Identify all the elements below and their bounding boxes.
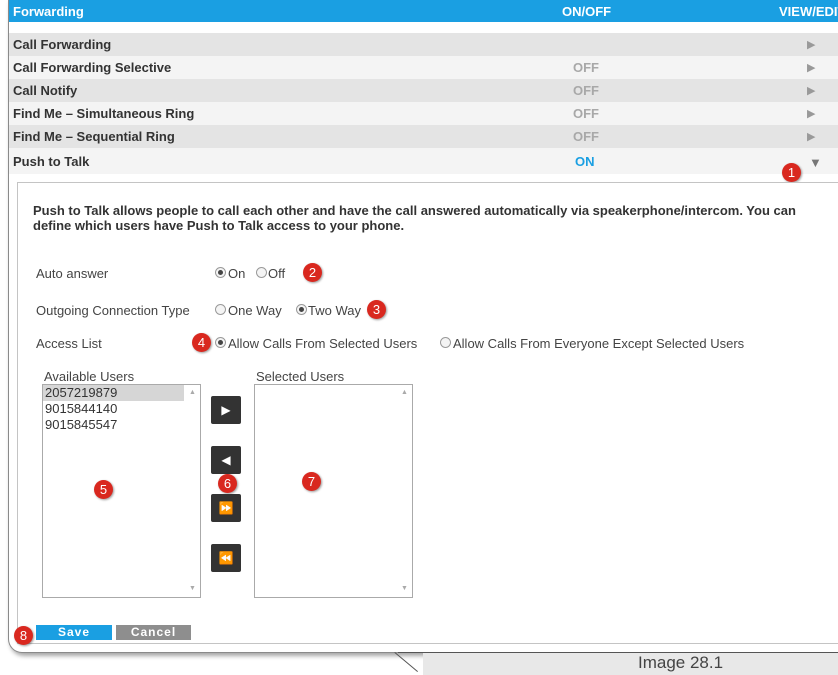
- add-all-users-button[interactable]: ⏩: [211, 494, 241, 522]
- collapse-arrow-icon[interactable]: ▼: [809, 155, 822, 170]
- callout-badge: 5: [94, 480, 113, 499]
- list-item[interactable]: 9015844140: [43, 401, 200, 417]
- allow-everyone-except-radio[interactable]: [440, 337, 451, 348]
- auto-answer-off-label[interactable]: Off: [268, 266, 285, 281]
- auto-answer-on-radio[interactable]: [215, 267, 226, 278]
- selected-users-label: Selected Users: [256, 369, 345, 384]
- row-push-to-talk[interactable]: Push to Talk ON ▼: [9, 148, 838, 174]
- auto-answer-on-label[interactable]: On: [228, 266, 245, 281]
- cancel-button[interactable]: Cancel: [116, 625, 191, 640]
- selected-users-listbox[interactable]: ▲ ▼: [254, 384, 413, 598]
- callout-badge: 3: [367, 300, 386, 319]
- row-label: Find Me – Sequential Ring: [13, 129, 175, 144]
- scroll-down-icon[interactable]: ▼: [401, 585, 408, 592]
- caption-text: Image 28.1: [638, 653, 724, 672]
- callout-badge: 2: [303, 263, 322, 282]
- list-item[interactable]: 2057219879: [43, 385, 184, 401]
- list-item[interactable]: 9015845547: [43, 417, 200, 433]
- row-label: Find Me – Simultaneous Ring: [13, 106, 195, 121]
- available-users-listbox[interactable]: 2057219879 9015844140 9015845547 ▲ ▼: [42, 384, 201, 598]
- add-user-button[interactable]: ▶: [211, 396, 241, 424]
- allow-selected-radio[interactable]: [215, 337, 226, 348]
- header-viewedit: VIEW/EDIT: [779, 4, 838, 19]
- available-users-label: Available Users: [44, 369, 135, 384]
- row-status: ON: [575, 154, 595, 169]
- expand-arrow-icon[interactable]: ▶: [807, 107, 815, 120]
- one-way-radio[interactable]: [215, 304, 226, 315]
- row-find-me-sequential[interactable]: Find Me – Sequential Ring OFF ▶: [9, 125, 838, 148]
- header-title: Forwarding: [13, 4, 84, 19]
- expand-arrow-icon[interactable]: ▶: [807, 84, 815, 97]
- row-status: OFF: [573, 129, 599, 144]
- callout-badge: 6: [218, 474, 237, 493]
- one-way-label[interactable]: One Way: [228, 303, 282, 318]
- two-way-label[interactable]: Two Way: [308, 303, 361, 318]
- row-label: Push to Talk: [13, 154, 90, 169]
- table-header: Forwarding ON/OFF VIEW/EDIT: [9, 0, 838, 22]
- save-button[interactable]: Save: [36, 625, 112, 640]
- row-status: OFF: [573, 106, 599, 121]
- remove-user-button[interactable]: ◀: [211, 446, 241, 474]
- description-text: Push to Talk allows people to call each …: [33, 203, 796, 233]
- caption-divider-slant: [394, 652, 418, 673]
- callout-badge: 1: [782, 163, 801, 182]
- allow-everyone-except-label[interactable]: Allow Calls From Everyone Except Selecte…: [453, 336, 744, 351]
- row-call-notify[interactable]: Call Notify OFF ▶: [9, 79, 838, 102]
- scroll-up-icon[interactable]: ▲: [401, 389, 408, 396]
- row-call-forwarding[interactable]: Call Forwarding ▶: [9, 33, 838, 56]
- row-label: Call Notify: [13, 83, 78, 98]
- auto-answer-off-radio[interactable]: [256, 267, 267, 278]
- row-label: Call Forwarding: [13, 37, 112, 52]
- expand-arrow-icon[interactable]: ▶: [807, 38, 815, 51]
- row-status: OFF: [573, 83, 599, 98]
- expand-arrow-icon[interactable]: ▶: [807, 61, 815, 74]
- row-status: OFF: [573, 60, 599, 75]
- scroll-up-icon[interactable]: ▲: [189, 389, 196, 396]
- callout-badge: 8: [14, 626, 33, 645]
- row-label: Call Forwarding Selective: [13, 60, 172, 75]
- callout-badge: 7: [302, 472, 321, 491]
- scroll-down-icon[interactable]: ▼: [189, 585, 196, 592]
- row-call-forwarding-selective[interactable]: Call Forwarding Selective OFF ▶: [9, 56, 838, 79]
- two-way-radio[interactable]: [296, 304, 307, 315]
- expand-arrow-icon[interactable]: ▶: [807, 130, 815, 143]
- image-caption: Image 28.1: [423, 653, 838, 675]
- remove-all-users-button[interactable]: ⏪: [211, 544, 241, 572]
- access-list-label: Access List: [36, 336, 102, 351]
- outgoing-connection-label: Outgoing Connection Type: [36, 303, 190, 318]
- auto-answer-label: Auto answer: [36, 266, 109, 281]
- row-find-me-simultaneous[interactable]: Find Me – Simultaneous Ring OFF ▶: [9, 102, 838, 125]
- allow-selected-label[interactable]: Allow Calls From Selected Users: [228, 336, 417, 351]
- callout-badge: 4: [192, 333, 211, 352]
- header-onoff: ON/OFF: [562, 4, 612, 19]
